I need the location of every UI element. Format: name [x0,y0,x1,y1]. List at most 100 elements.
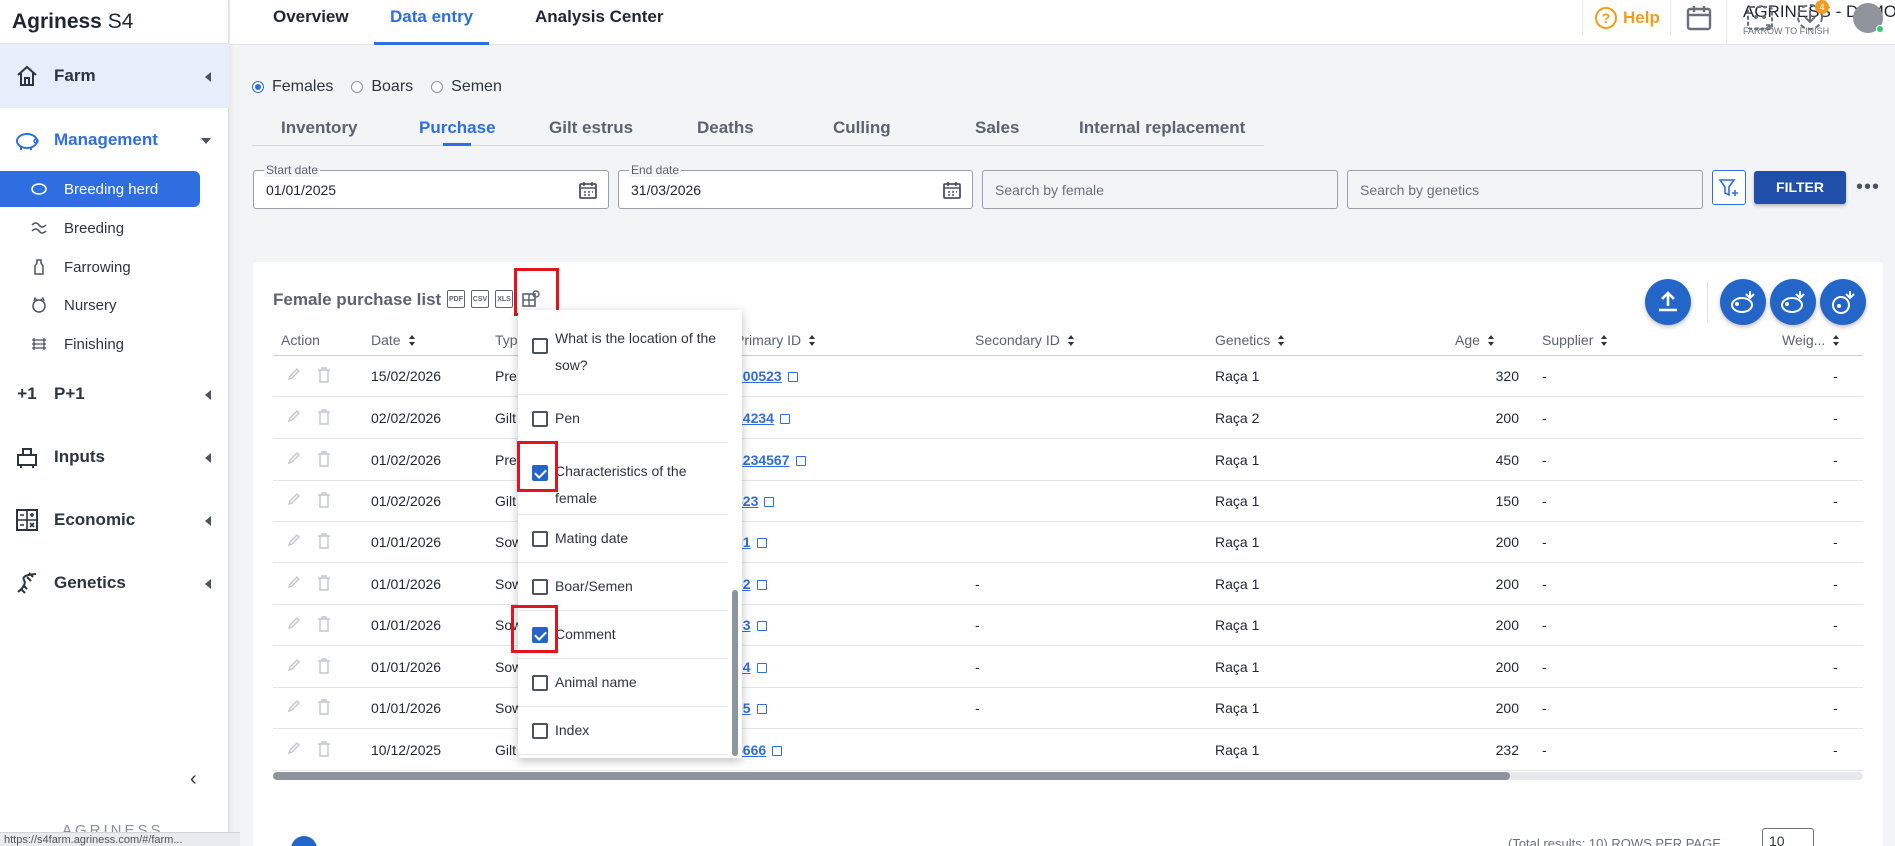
sidebar-group-management[interactable]: Management [0,108,229,172]
delete-icon[interactable] [317,533,331,552]
sidebar-group-genetics[interactable]: Genetics [0,551,229,615]
edit-icon[interactable] [287,699,301,716]
external-link-icon[interactable] [756,621,767,631]
checkbox[interactable] [532,675,548,691]
delete-icon[interactable] [317,409,331,428]
calendar-icon[interactable] [578,180,598,200]
edit-icon[interactable] [287,367,301,384]
checkbox[interactable] [532,531,548,547]
user-menu[interactable] [1850,0,1886,36]
external-link-icon[interactable] [795,456,806,466]
column-menu-item[interactable]: Index [518,707,728,755]
subtab-inventory[interactable]: Inventory [281,118,358,138]
end-date-field[interactable]: End date 31/03/2026 [618,163,973,209]
delete-icon[interactable] [317,658,331,677]
external-link-icon[interactable] [772,746,783,756]
assistant-button[interactable] [1740,0,1780,36]
radio-button[interactable] [252,81,264,93]
radio-semen[interactable]: Semen [431,78,502,96]
subtab-deaths[interactable]: Deaths [697,118,754,138]
cell-primary-id[interactable]: 24234 [735,410,790,426]
subtab-purchase[interactable]: Purchase [419,118,496,138]
subtab-gilt-estrus[interactable]: Gilt estrus [549,118,633,138]
edit-icon[interactable] [287,492,301,509]
column-header-type[interactable]: Typ [495,332,518,348]
filter-button[interactable]: FILTER [1754,171,1846,204]
csv-export-icon[interactable]: CSV [471,290,489,308]
external-link-icon[interactable] [756,704,767,714]
sort-icon[interactable] [408,334,416,346]
edit-icon[interactable] [287,533,301,550]
cell-primary-id[interactable]: 1234567 [735,452,806,468]
more-options-icon[interactable]: ••• [1856,176,1880,199]
checkbox[interactable] [532,723,548,739]
sort-icon[interactable] [809,334,816,346]
delete-icon[interactable] [317,492,331,511]
column-header-supplier[interactable]: Supplier [1542,332,1608,348]
help-button[interactable]: ? Help [1582,0,1670,36]
sidebar-item-breeding[interactable]: Breeding [0,210,200,246]
delete-icon[interactable] [317,699,331,718]
sidebar-group-p1[interactable]: +1 P+1 [0,362,229,426]
external-link-icon[interactable] [756,663,767,673]
search-genetics-input[interactable]: Search by genetics [1347,170,1703,209]
column-header-genetics[interactable]: Genetics [1215,332,1285,348]
pdf-export-icon[interactable]: PDF [447,290,465,308]
external-link-icon[interactable] [779,414,790,424]
tab-data-entry[interactable]: Data entry [374,0,490,45]
advanced-filter-button[interactable] [1712,170,1746,205]
delete-icon[interactable] [317,367,331,386]
app-logo[interactable]: Agriness S4 [0,0,228,44]
checkbox[interactable] [532,579,548,595]
sidebar-group-economic[interactable]: Economic [0,488,229,552]
column-menu-item[interactable]: Mating date [518,515,728,563]
delete-icon[interactable] [317,741,331,760]
sidebar-group-farm[interactable]: Farm [0,44,229,108]
delete-icon[interactable] [317,616,331,635]
add-gilt-button[interactable] [1770,279,1816,325]
primary-id-link[interactable]: 1234567 [735,452,790,468]
start-date-field[interactable]: Start date 01/01/2025 [253,163,609,209]
radio-boars[interactable]: Boars [351,78,413,96]
edit-icon[interactable] [287,575,301,592]
edit-icon[interactable] [287,451,301,468]
sidebar-group-inputs[interactable]: Inputs [0,425,229,489]
column-header-weight[interactable]: Weig... [1782,332,1840,348]
collapse-sidebar-icon[interactable]: ‹ [190,768,197,791]
column-menu-item[interactable]: Pen [518,395,728,443]
sidebar-item-breeding-herd[interactable]: Breeding herd [0,171,200,207]
scrollbar-thumb[interactable] [273,772,1510,780]
delete-icon[interactable] [317,451,331,470]
sort-icon[interactable] [1278,334,1285,346]
menu-scrollbar[interactable] [732,590,738,756]
column-header-secondary-id[interactable]: Secondary ID [975,332,1075,348]
calendar-button[interactable] [1670,0,1726,36]
radio-button[interactable] [351,81,364,93]
edit-icon[interactable] [287,616,301,633]
edit-icon[interactable] [287,409,301,426]
xls-export-icon[interactable]: XLS [495,290,513,308]
sort-icon[interactable] [1067,334,1075,346]
radio-females[interactable]: Females [252,78,333,96]
cell-primary-id[interactable]: 5666 [735,742,783,758]
cell-primary-id[interactable]: 000523 [735,368,798,384]
horizontal-scrollbar[interactable] [273,772,1863,780]
column-menu-item[interactable]: What is the location of the sow? [518,310,728,395]
delete-icon[interactable] [317,575,331,594]
column-header-primary-id[interactable]: Primary ID [735,332,816,348]
external-link-icon[interactable] [787,372,798,382]
edit-icon[interactable] [287,658,301,675]
sidebar-item-finishing[interactable]: Finishing [0,326,200,362]
sidebar-item-farrowing[interactable]: Farrowing [0,249,200,285]
radio-button[interactable] [431,81,444,93]
primary-id-link[interactable]: 000523 [735,368,782,384]
sidebar-item-nursery[interactable]: Nursery [0,287,200,323]
column-menu-item[interactable]: Boar/Semen [518,563,728,611]
add-piglet-button[interactable] [1820,279,1866,325]
tab-overview[interactable]: Overview [273,0,349,45]
sort-icon[interactable] [1487,334,1495,346]
tab-analysis-center[interactable]: Analysis Center [535,0,664,45]
external-link-icon[interactable] [756,538,767,548]
external-link-icon[interactable] [764,497,775,507]
checkbox[interactable] [532,411,548,427]
